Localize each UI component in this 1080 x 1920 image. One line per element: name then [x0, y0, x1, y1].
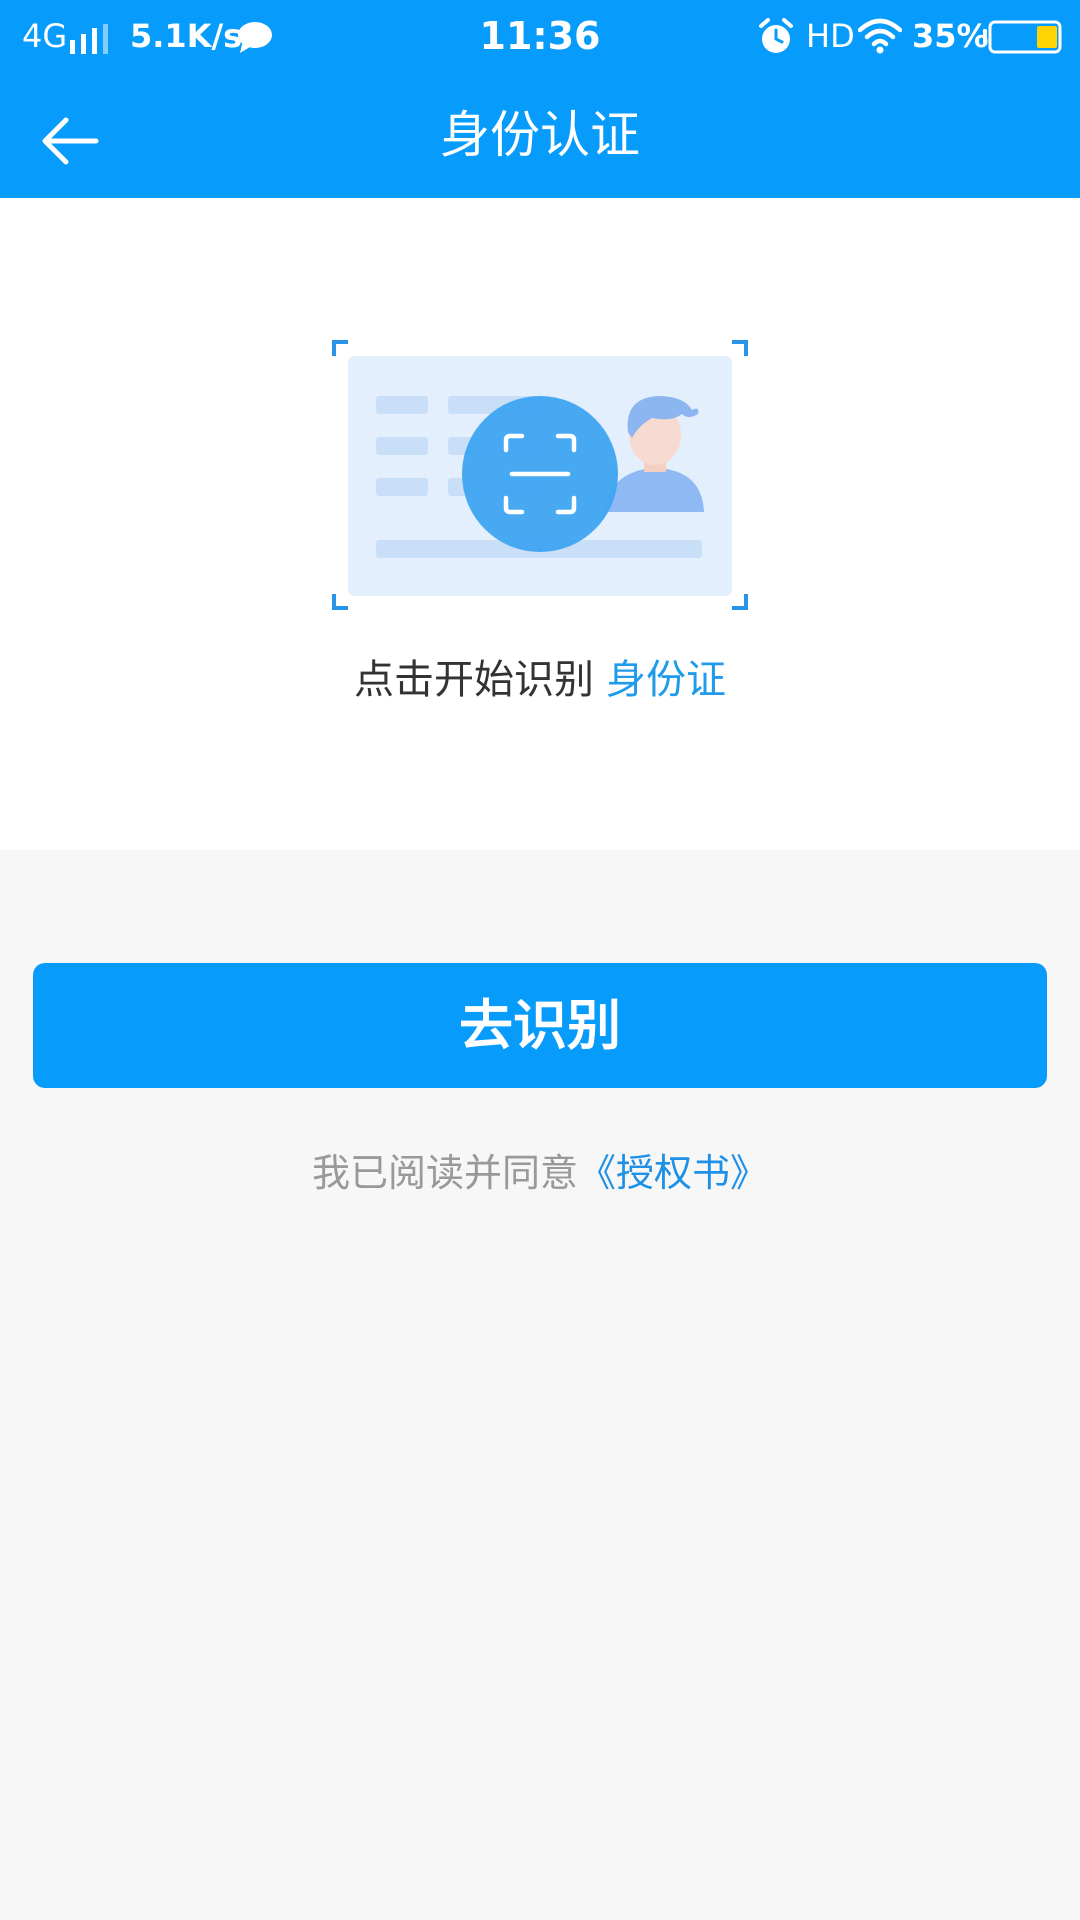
agreement-text: 我已阅读并同意《授权书》	[0, 1143, 1080, 1203]
battery-percent: 35%	[912, 17, 989, 55]
authorization-link[interactable]: 《授权书》	[578, 1151, 768, 1195]
scan-hint-accent: 身份证	[606, 657, 726, 703]
battery-icon	[983, 20, 1062, 54]
hd-indicator: HD	[806, 17, 855, 55]
page-title: 身份认证	[440, 106, 640, 164]
agreement-prefix: 我已阅读并同意	[311, 1151, 578, 1195]
nav-bar: 身份认证	[0, 76, 1080, 198]
recognize-button[interactable]: 去识别	[33, 963, 1047, 1088]
id-card-illustration	[332, 340, 748, 610]
status-bar: 4G 5.1K/s 11:36 HD 35%	[0, 0, 1080, 76]
scan-hint-prefix: 点击开始识别	[354, 657, 594, 703]
id-card-scan-area[interactable]	[332, 340, 748, 610]
alarm-icon	[759, 18, 793, 53]
app-header: 4G 5.1K/s 11:36 HD 35% 身份认证	[0, 0, 1080, 198]
scan-hint[interactable]: 点击开始识别 身份证	[0, 650, 1080, 710]
wifi-icon	[858, 18, 902, 54]
id-card-section: 点击开始识别 身份证	[0, 198, 1080, 850]
